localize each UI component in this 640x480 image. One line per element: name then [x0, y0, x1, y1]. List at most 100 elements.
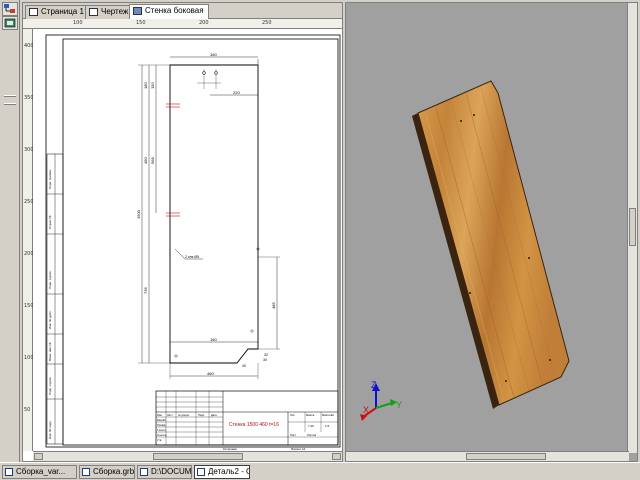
- dim-top-width: 160: [210, 52, 217, 57]
- title-block-label: Разраб.: [157, 418, 167, 422]
- y-axis: [375, 402, 393, 409]
- dim-left-180: 180: [143, 82, 148, 89]
- drawing-sheet[interactable]: Перв. примен. Справ. № Подп. и дата Инв.…: [33, 29, 342, 451]
- z-axis-label: Z: [371, 380, 377, 390]
- side-stamp-label: Подп. и дата: [48, 271, 52, 289]
- left-toolbar: [0, 0, 20, 462]
- drawing-tab-strip: Страница 1 Чертеж Стенка боковая: [23, 3, 342, 20]
- title-block-label: Масса: [306, 413, 315, 417]
- side-stamp-label: Инв. № дубл.: [48, 310, 52, 329]
- ruler-label: 150: [136, 20, 146, 26]
- drill-hole: [469, 292, 471, 294]
- title-block-mass: 7,26: [308, 424, 314, 428]
- drill-hole: [460, 120, 462, 122]
- scroll-thumb[interactable]: [466, 453, 546, 460]
- vertical-ruler: 400 350 300 250 200 150 100 50: [23, 29, 34, 451]
- side-stamp-label: Взам. инв. №: [48, 342, 52, 361]
- drill-hole: [549, 359, 551, 361]
- scroll-thumb[interactable]: [629, 208, 636, 246]
- side-stamp-label: Перв. примен.: [48, 169, 52, 189]
- title-block-label: Лист: [167, 413, 173, 417]
- title-block-label: Провер.: [157, 423, 167, 427]
- scroll-right-arrow[interactable]: [332, 453, 341, 460]
- title-block-label: Масштаб: [322, 413, 334, 417]
- title-block-label: Н.контр.: [157, 433, 167, 437]
- model-horizontal-scrollbar[interactable]: [346, 451, 629, 461]
- scroll-left-arrow[interactable]: [34, 453, 43, 460]
- tab-label: Стенка боковая: [145, 6, 204, 15]
- hole-note: 2 отв.Ø5: [185, 255, 199, 259]
- toolbar-button-layers[interactable]: [2, 16, 18, 30]
- drill-hole: [528, 257, 530, 259]
- cad-window: Страница 1 Чертеж Стенка боковая 100 150…: [0, 0, 640, 480]
- tab-label: Чертеж: [101, 7, 129, 16]
- x-axis-label: X: [363, 405, 369, 415]
- part-icon: [133, 7, 142, 15]
- model-vertical-scrollbar[interactable]: [627, 3, 637, 453]
- doc-tab-assembly-var[interactable]: Сборка_var...: [2, 465, 77, 479]
- dim-bottom-32: 32: [264, 353, 268, 357]
- doc-tab-documents-path[interactable]: D:\DOCUM...: [137, 465, 192, 479]
- tab-side-panel[interactable]: Стенка боковая: [129, 4, 209, 20]
- dim-bottom-40: 40: [242, 364, 246, 368]
- wood-panel: [417, 80, 570, 406]
- tab-page-1[interactable]: Страница 1: [25, 5, 89, 19]
- drawing-pane[interactable]: Страница 1 Чертеж Стенка боковая 100 150…: [22, 2, 343, 462]
- title-block-label: Утв.: [157, 438, 162, 442]
- drawing-canvas: Перв. примен. Справ. № Подп. и дата Инв.…: [45, 34, 341, 451]
- layers-icon: [4, 18, 16, 28]
- dim-bottom-30: 30: [263, 358, 267, 362]
- doc-tab-detail2[interactable]: Деталь2 - С...: [194, 465, 250, 479]
- ruler-label: 50: [24, 407, 31, 413]
- dim-left-490: 490: [143, 157, 148, 164]
- drawing-icon: [89, 8, 98, 16]
- doc-tab-label: Сборка.grb: [93, 467, 135, 476]
- tab-drawing[interactable]: Чертеж: [85, 5, 134, 19]
- sheet-frame: [45, 34, 341, 448]
- dim-left-150: 150: [150, 82, 155, 89]
- document-icon: [82, 468, 90, 476]
- y-axis-label: Y: [396, 400, 402, 410]
- side-stamp-label: Подп. и дата: [48, 377, 52, 395]
- title-block-label: Лист: [290, 433, 297, 437]
- title-block-label: Дата: [211, 413, 217, 417]
- ruler-label: 250: [262, 20, 272, 26]
- model-viewport[interactable]: Z X Y: [345, 2, 638, 462]
- drill-hole: [473, 114, 475, 116]
- title-block-label: Лит.: [290, 413, 295, 417]
- toolbar-button-tree[interactable]: [2, 2, 18, 16]
- horizontal-ruler: 100 150 200 250: [23, 19, 342, 29]
- side-stamp-label: Инв. № подл.: [48, 420, 52, 439]
- dim-bottom-160: 160: [210, 337, 217, 342]
- drill-hole: [505, 380, 507, 382]
- document-icon: [197, 468, 205, 476]
- side-stamp-label: Справ. №: [48, 215, 52, 229]
- title-block-label: Листов: [307, 433, 317, 437]
- tree-icon: [4, 4, 15, 13]
- doc-tab-label: D:\DOCUM...: [151, 467, 192, 476]
- dim-left-736: 736: [143, 287, 148, 294]
- title-block-label: Подп.: [198, 413, 205, 417]
- axis-triad: Z X Y: [360, 380, 402, 421]
- document-icon: [5, 468, 13, 476]
- title-block-scale: 1:5: [325, 424, 330, 428]
- model-canvas: Z X Y: [360, 80, 570, 421]
- document-icon: [140, 468, 148, 476]
- dim-middle-width: 220: [233, 90, 240, 95]
- scroll-thumb[interactable]: [153, 453, 243, 460]
- drawing-horizontal-scrollbar[interactable]: [33, 451, 342, 461]
- ruler-label: 100: [73, 20, 83, 26]
- toolbar-grip[interactable]: [4, 103, 16, 105]
- ruler-label: 200: [199, 20, 209, 26]
- doc-tab-assembly-grb[interactable]: Сборка.grb: [79, 465, 135, 479]
- dim-total-width-label: 460: [207, 371, 214, 376]
- dim-left-1500: 1500: [136, 209, 141, 219]
- page-icon: [29, 8, 38, 16]
- dim-right-485-label: 485: [271, 302, 276, 309]
- dim-left-568: 568: [150, 157, 155, 164]
- document-tab-bar: Сборка_var... Сборка.grb D:\DOCUM... Дет…: [0, 462, 640, 480]
- doc-tab-label: Сборка_var...: [16, 467, 66, 476]
- title-block-label: Т.контр.: [157, 428, 167, 432]
- tab-label: Страница 1: [41, 7, 84, 16]
- toolbar-grip[interactable]: [4, 95, 16, 97]
